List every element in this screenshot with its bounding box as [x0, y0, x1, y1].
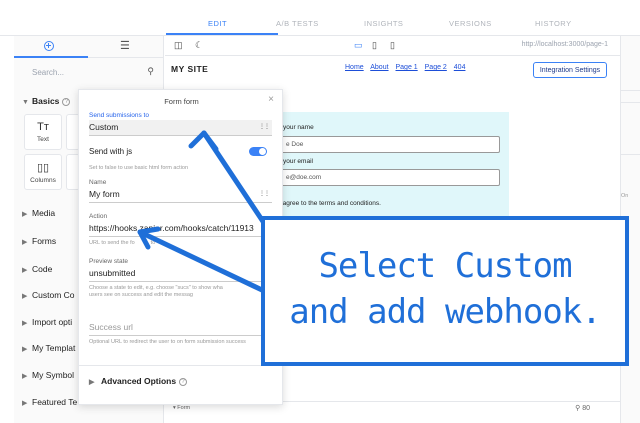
close-icon[interactable]: ×	[268, 94, 274, 105]
help-icon[interactable]: ?	[62, 98, 71, 106]
action-help: URL to send the fo to	[89, 240, 156, 246]
desktop-view-icon[interactable]: ▭	[354, 40, 363, 51]
send-with-js-help: Set to false to use basic html form acti…	[89, 165, 189, 171]
tab-versions[interactable]: VERSIONS	[449, 19, 492, 28]
tab-insights[interactable]: INSIGHTS	[364, 19, 403, 28]
block-text[interactable]: Tᴛ Text	[24, 114, 62, 150]
block-columns[interactable]: ▯▯ Columns	[24, 154, 62, 190]
tab-ab-tests[interactable]: A/B TESTS	[276, 19, 319, 28]
text-icon: Tᴛ	[37, 121, 49, 133]
annotation-callout: Select Custom and add webhook.	[261, 216, 629, 366]
tab-edit[interactable]: EDIT	[208, 19, 227, 28]
panel-title: Form form	[164, 97, 199, 106]
chevron-down-icon: ▼	[22, 99, 29, 106]
send-submissions-select[interactable]: Custom ⋮⋮	[89, 120, 272, 136]
send-with-js-toggle[interactable]	[249, 147, 267, 156]
basics-label: Basics	[32, 96, 60, 106]
success-url-input[interactable]: Success url	[89, 320, 272, 336]
action-label: Action	[89, 213, 108, 220]
sidebar-item-forms[interactable]: ▶ Forms	[22, 236, 56, 246]
sidebar-item-code[interactable]: ▶ Code	[22, 264, 52, 274]
send-with-js-label: Send with js	[89, 147, 133, 156]
search-input[interactable]	[24, 64, 154, 80]
preview-state-help: Choose a state to edit, e.g. choose "suc…	[89, 285, 223, 298]
sidebar-item-my-templates[interactable]: ▶ My Templat	[22, 343, 75, 353]
dark-mode-icon[interactable]: ☾	[195, 40, 203, 51]
send-submissions-label: Send submissions to	[89, 112, 149, 119]
chevron-right-icon: ▶	[22, 293, 28, 300]
site-nav: Home About Page 1 Page 2 404	[345, 64, 470, 71]
nav-link-page-2[interactable]: Page 2	[425, 64, 447, 71]
preview-state-select[interactable]: unsubmitted	[89, 266, 272, 282]
preview-state-label: Preview state	[89, 258, 129, 265]
sidebar-item-featured-templates[interactable]: ▶ Featured Te	[22, 397, 77, 407]
columns-icon: ▯▯	[36, 162, 50, 174]
form-name-label: r your name	[279, 124, 314, 131]
tab-history[interactable]: HISTORY	[535, 19, 572, 28]
advanced-options-header[interactable]: ▶ Advanced Options?	[89, 376, 188, 386]
divider	[79, 365, 284, 366]
sidebar-toggle-icon[interactable]: ◫	[174, 40, 183, 51]
rail-text: On	[621, 193, 629, 199]
chevron-right-icon: ▶	[89, 379, 95, 386]
chevron-right-icon: ▶	[22, 373, 28, 380]
sidebar-item-media[interactable]: ▶ Media	[22, 208, 55, 218]
sidebar-item-custom-code[interactable]: ▶ Custom Co	[22, 290, 75, 300]
chevron-right-icon: ▶	[22, 211, 28, 218]
sidebar-tab-add[interactable]	[14, 36, 88, 58]
callout-line-2: and add webhook.	[289, 292, 602, 332]
block-columns-label: Columns	[30, 177, 56, 184]
name-label: Name	[89, 179, 107, 186]
top-tab-bar: EDIT A/B TESTS INSIGHTS VERSIONS HISTORY	[0, 0, 640, 36]
callout-line-1: Select Custom	[318, 246, 572, 286]
sidebar-item-import-options[interactable]: ▶ Import opti	[22, 317, 72, 327]
rail-button[interactable]	[621, 102, 640, 114]
zoom-icon: ⚲	[575, 405, 581, 412]
drag-handle-icon: ⋮⋮	[259, 191, 270, 197]
layers-icon[interactable]: ☰	[120, 39, 130, 52]
drag-handle-icon: ⋮⋮	[259, 124, 270, 130]
nav-link-about[interactable]: About	[370, 64, 388, 71]
block-text-label: Text	[37, 136, 49, 143]
canvas-toolbar: ◫ ☾ ▭ ▯ ▯ http://localhost:3000/page-1	[165, 36, 620, 56]
rail-button[interactable]	[621, 90, 640, 102]
form-terms-label[interactable]: I agree to the terms and conditions.	[279, 200, 381, 207]
chevron-right-icon: ▶	[22, 267, 28, 274]
mobile-view-icon[interactable]: ▯	[390, 40, 395, 51]
tablet-view-icon[interactable]: ▯	[372, 40, 377, 51]
rail-button[interactable]	[621, 154, 640, 166]
sidebar-item-my-symbols[interactable]: ▶ My Symbol	[22, 370, 74, 380]
active-tab-underline	[166, 33, 278, 35]
selected-element-label: ▾ Form	[173, 405, 191, 411]
integration-settings-button[interactable]: Integration Settings	[533, 62, 607, 78]
site-title: MY SITE	[171, 64, 209, 74]
search-box: ⚲	[24, 64, 154, 80]
chevron-right-icon: ▶	[22, 320, 28, 327]
sidebar-tabs: ☰	[14, 36, 164, 58]
add-icon	[44, 41, 54, 51]
chevron-right-icon: ▶	[22, 400, 28, 407]
zoom-control[interactable]: ⚲ 80	[575, 404, 590, 412]
help-icon[interactable]: ?	[179, 378, 188, 386]
action-input[interactable]: https://hooks.zapier.com/hooks/catch/119…	[89, 221, 272, 237]
page-url: http://localhost:3000/page-1	[521, 41, 608, 48]
search-icon[interactable]: ⚲	[147, 66, 154, 77]
form-settings-panel: Form form × Send submissions to Custom ⋮…	[78, 89, 284, 405]
form-email-label: r your email	[279, 158, 313, 165]
form-email-field[interactable]: e@doe.com	[279, 169, 500, 186]
nav-link-404[interactable]: 404	[454, 64, 466, 71]
chevron-right-icon: ▶	[22, 239, 28, 246]
basics-section-header[interactable]: ▼ Basics?	[22, 96, 71, 106]
nav-link-home[interactable]: Home	[345, 64, 364, 71]
name-input[interactable]: My form ⋮⋮	[89, 187, 272, 203]
success-url-help: Optional URL to redirect the user to on …	[89, 339, 246, 345]
nav-link-page-1[interactable]: Page 1	[396, 64, 418, 71]
form-name-field[interactable]: e Doe	[279, 136, 500, 153]
chevron-right-icon: ▶	[22, 346, 28, 353]
